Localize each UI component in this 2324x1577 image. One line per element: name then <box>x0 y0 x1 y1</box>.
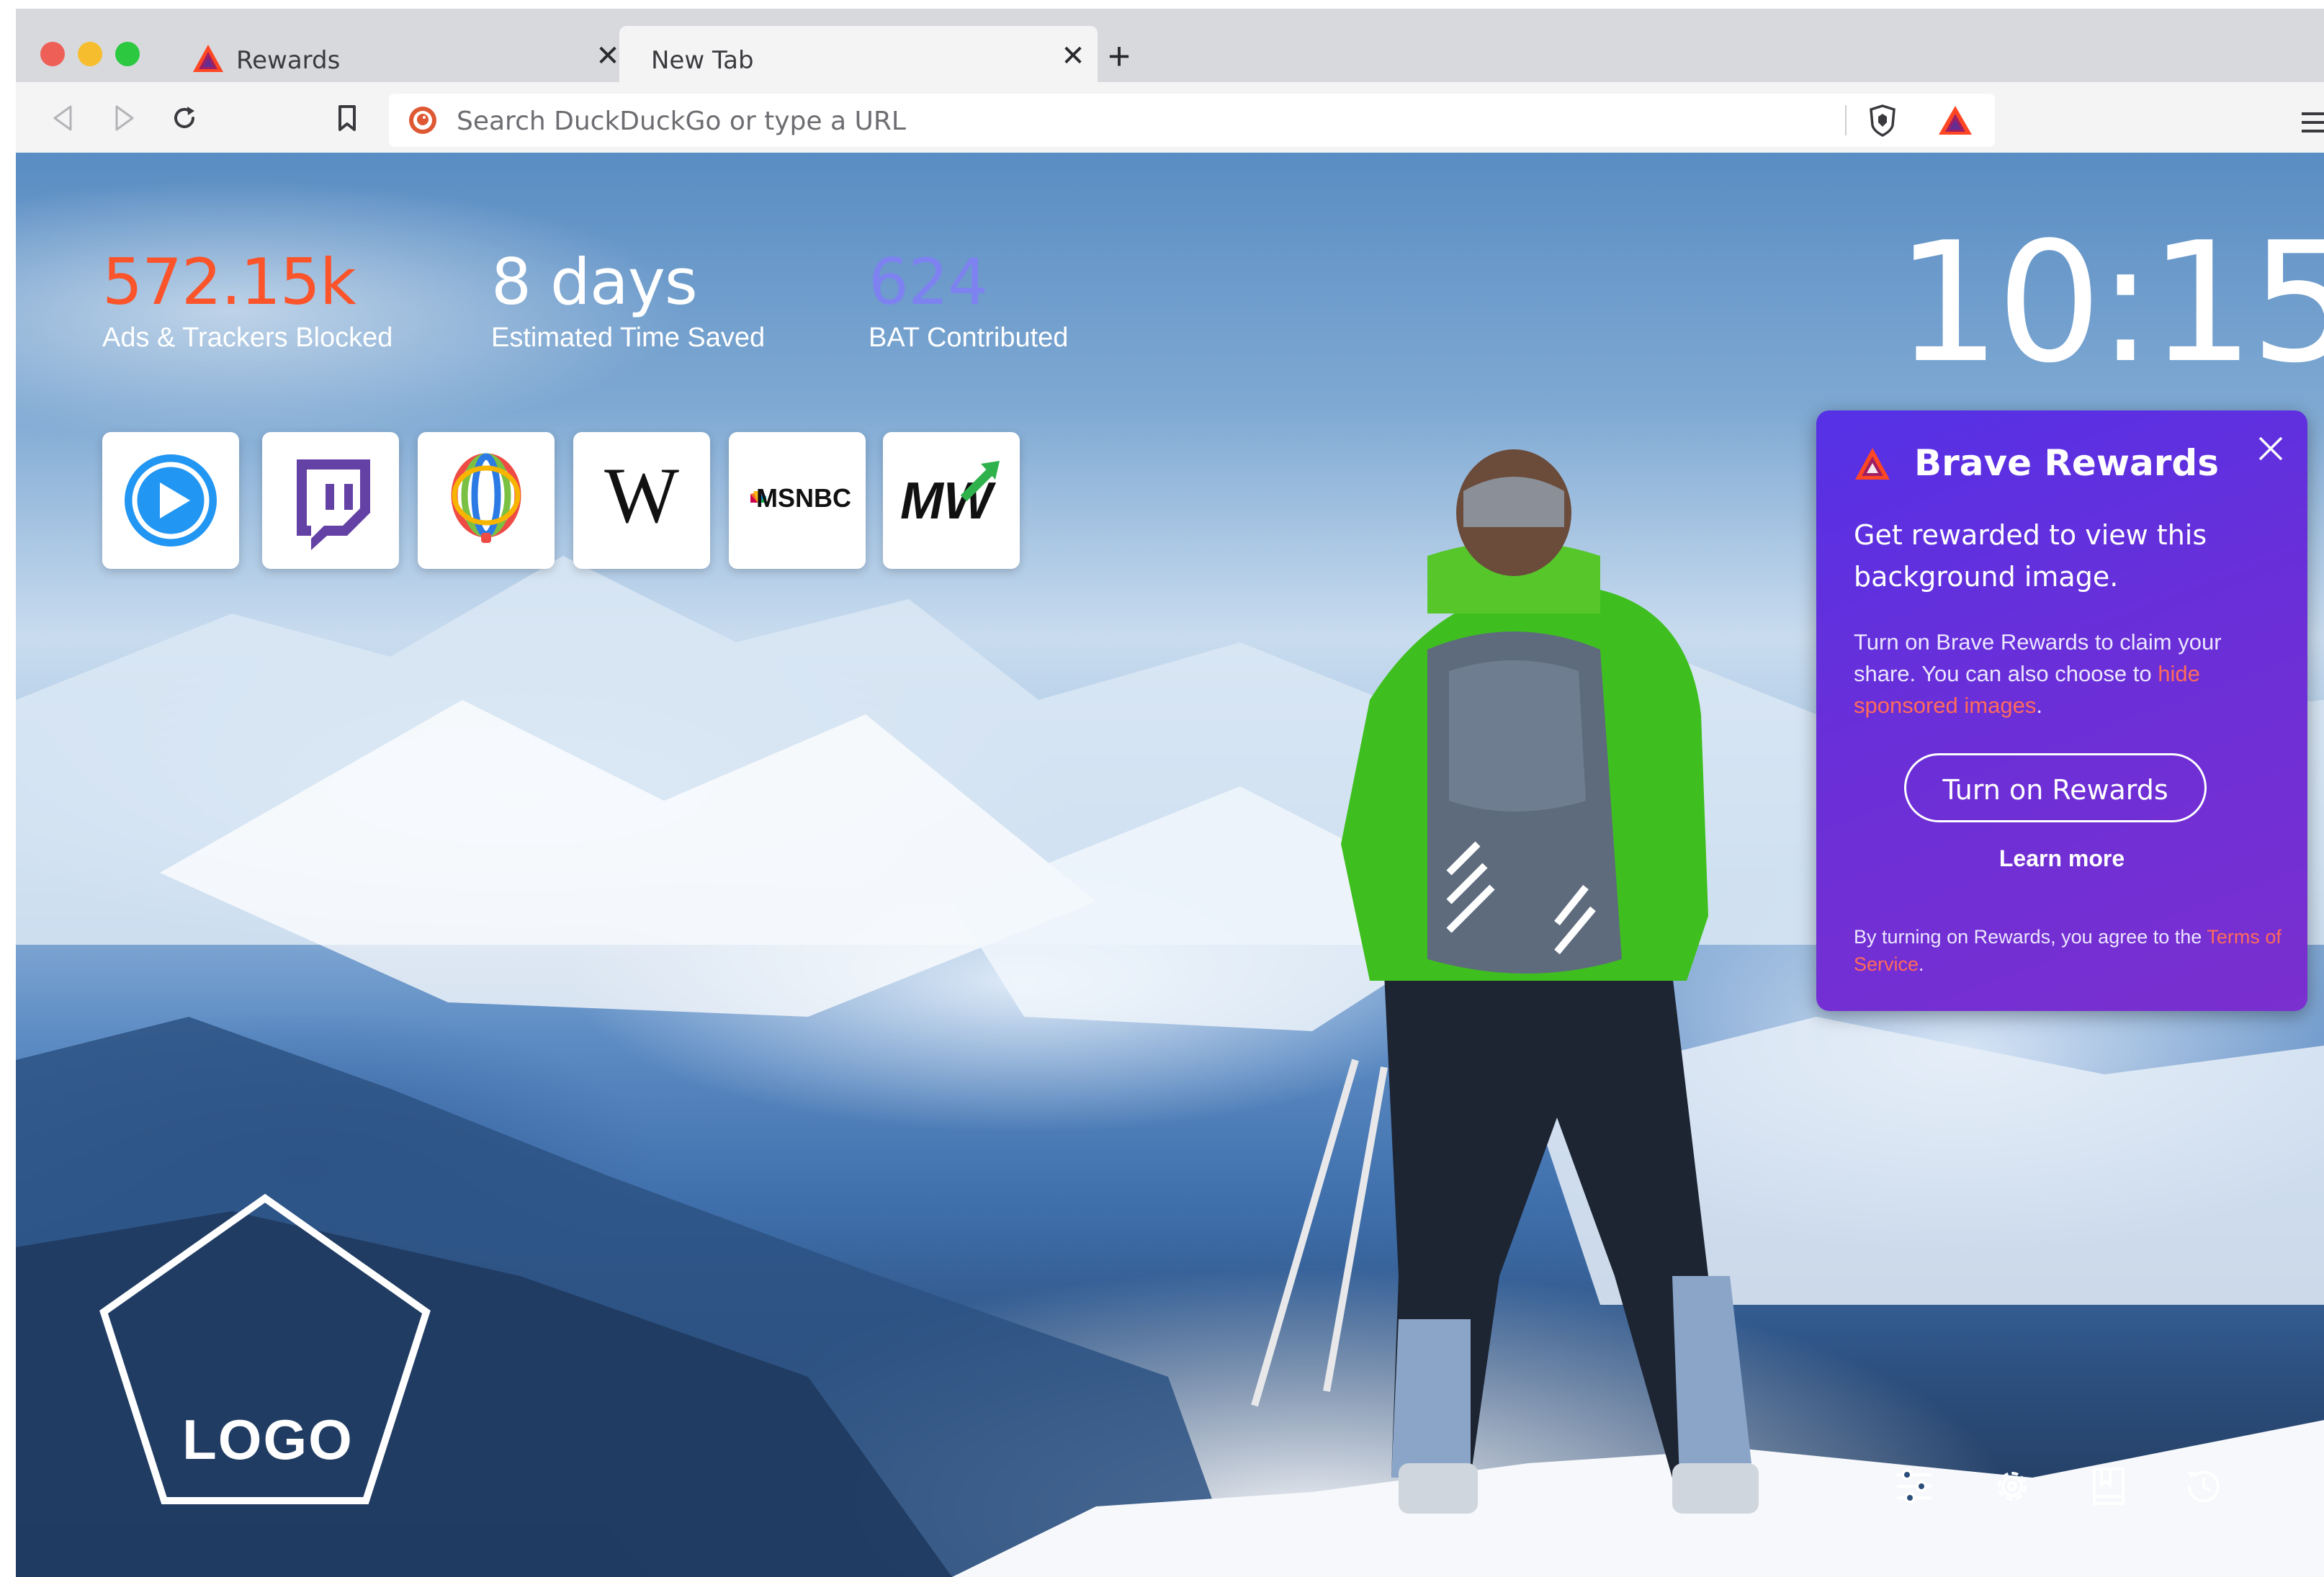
rings-icon <box>451 453 521 543</box>
rewards-terms: By turning on Rewards, you agree to the … <box>1854 923 2286 978</box>
time-saved-stat: 8 days Estimated Time Saved <box>491 246 765 354</box>
clock: 10:15 <box>1895 207 2324 400</box>
time-saved-value: 8 days <box>491 245 698 319</box>
minimize-window-button[interactable] <box>78 42 102 66</box>
terms-text: By turning on Rewards, you agree to the <box>1854 926 2207 948</box>
bat-contributed-label: BAT Contributed <box>869 323 1069 353</box>
duckduckgo-icon <box>409 107 436 134</box>
brave-rewards-card: Brave Rewards Get rewarded to view this … <box>1816 410 2307 1011</box>
gear-icon[interactable] <box>1989 1463 2035 1509</box>
bookmarks-icon[interactable] <box>2086 1463 2132 1509</box>
msnbc-label: MSNBC <box>756 483 851 513</box>
new-tab-page: 572.15k Ads & Trackers Blocked 8 days Es… <box>16 153 2324 1577</box>
learn-more-link[interactable]: Learn more <box>1816 845 2307 872</box>
rewards-icon[interactable] <box>1937 104 1973 137</box>
menu-icon[interactable] <box>2297 111 2324 134</box>
divider <box>1845 105 1847 135</box>
close-window-button[interactable] <box>40 42 65 66</box>
zoom-window-button[interactable] <box>115 42 140 66</box>
tab-title: New Tab <box>651 46 754 75</box>
terms-period: . <box>1919 953 1924 975</box>
address-bar[interactable]: Search DuckDuckGo or type a URL <box>389 94 1995 147</box>
close-tab-icon[interactable]: ✕ <box>593 42 622 71</box>
tab-new-tab[interactable]: New Tab ✕ <box>619 26 1098 82</box>
ads-blocked-label: Ads & Trackers Blocked <box>102 323 393 353</box>
tab-rewards[interactable]: Rewards ✕ <box>170 26 631 82</box>
back-icon[interactable] <box>48 102 79 134</box>
history-icon[interactable] <box>2181 1463 2227 1509</box>
close-icon[interactable] <box>2256 433 2286 464</box>
tab-title: Rewards <box>236 46 341 75</box>
play-icon <box>125 454 217 547</box>
browser-window: Rewards ✕ New Tab ✕ + Search DuckDuckGo … <box>16 9 2324 1577</box>
close-tab-icon[interactable]: ✕ <box>1059 42 1087 71</box>
top-site-rings[interactable] <box>418 432 555 569</box>
reload-icon[interactable] <box>169 102 200 134</box>
bat-triangle-icon <box>193 45 223 72</box>
top-site-video-player[interactable] <box>102 432 239 569</box>
wikipedia-icon: W <box>604 451 679 539</box>
sliders-icon[interactable] <box>1891 1463 1937 1509</box>
bat-contributed-stat: 624 BAT Contributed <box>869 246 1068 354</box>
new-tab-button[interactable]: + <box>1102 37 1136 76</box>
marketwatch-icon: MW <box>900 461 1000 530</box>
msnbc-icon: MSNBC <box>750 483 851 513</box>
forward-icon[interactable] <box>108 102 140 134</box>
rewards-body-period: . <box>2036 693 2042 718</box>
address-placeholder: Search DuckDuckGo or type a URL <box>457 107 906 136</box>
bat-logo-icon <box>1855 448 1890 480</box>
bookmark-icon[interactable] <box>331 102 363 134</box>
rewards-body: Turn on Brave Rewards to claim your shar… <box>1854 626 2286 722</box>
bat-contributed-value: 624 <box>869 245 988 319</box>
top-site-wikipedia[interactable]: W <box>573 432 710 569</box>
top-site-twitch[interactable] <box>262 432 399 569</box>
top-site-msnbc[interactable]: MSNBC <box>729 432 866 569</box>
time-saved-label: Estimated Time Saved <box>491 323 766 353</box>
turn-on-rewards-button[interactable]: Turn on Rewards <box>1904 753 2207 822</box>
navigation-toolbar: Search DuckDuckGo or type a URL <box>16 82 2324 154</box>
top-site-marketwatch[interactable]: MW <box>883 432 1020 569</box>
twitch-icon <box>297 459 370 550</box>
rewards-title: Brave Rewards <box>1914 442 2219 484</box>
ads-blocked-value: 572.15k <box>102 245 356 319</box>
brave-shields-icon[interactable] <box>1867 104 1898 137</box>
wikipedia-label: W <box>604 451 679 539</box>
rewards-heading: Get rewarded to view this background ima… <box>1854 519 2207 593</box>
tab-strip: Rewards ✕ New Tab ✕ + <box>16 9 2324 82</box>
ads-blocked-stat: 572.15k Ads & Trackers Blocked <box>102 246 392 354</box>
sponsor-logo-text[interactable]: LOGO <box>16 1407 520 1473</box>
